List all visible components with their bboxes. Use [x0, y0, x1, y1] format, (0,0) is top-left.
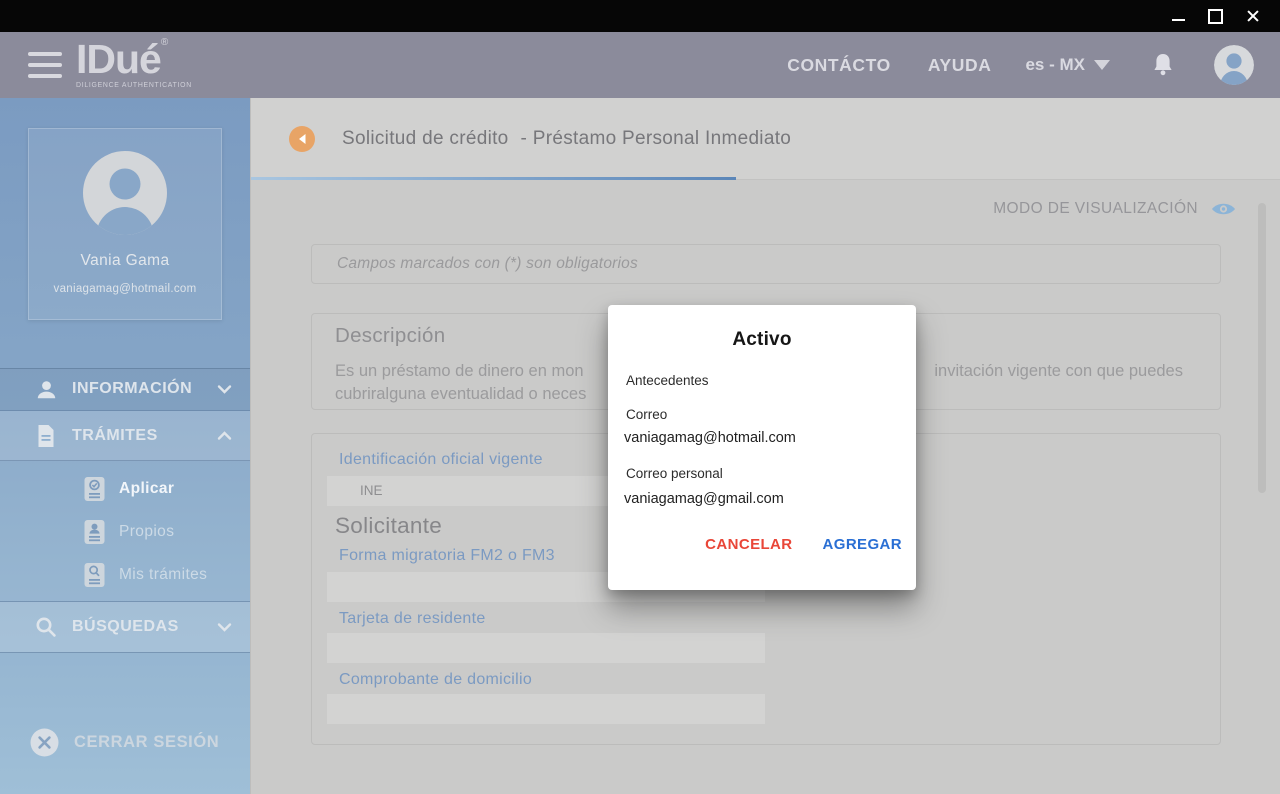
sidebar-item-tramites[interactable]: TRÁMITES — [0, 411, 250, 461]
view-mode: MODO DE VISUALIZACIÓN — [993, 200, 1236, 218]
field-input-tarjeta-residente[interactable] — [327, 633, 765, 663]
notice-text: Campos marcados con (*) son obligatorios — [337, 255, 638, 273]
sidebar-subitem-propios[interactable]: Propios — [84, 519, 174, 545]
nav-ayuda[interactable]: AYUDA — [928, 55, 992, 76]
maximize-icon[interactable] — [1208, 9, 1223, 24]
logout-label: CERRAR SESIÓN — [74, 733, 219, 752]
sidebar-subitem-label: Propios — [119, 523, 174, 541]
sidebar-item-label: BÚSQUEDAS — [72, 618, 179, 636]
logo-tagline: DILIGENCE AUTHENTICATION — [76, 83, 192, 90]
profile-avatar-icon — [83, 151, 167, 235]
dialog-field-value-correo-personal: vaniagamag@gmail.com — [624, 491, 784, 507]
document-icon — [34, 425, 58, 447]
field-input-comprobante-domicilio[interactable] — [327, 694, 765, 724]
field-label-comprobante-domicilio: Comprobante de domicilio — [339, 671, 532, 689]
field-label-tarjeta-residente: Tarjeta de residente — [339, 610, 486, 628]
brand-logo: IDué® DILIGENCE AUTHENTICATION — [76, 38, 192, 90]
badge-search-icon — [84, 562, 105, 588]
divider — [0, 652, 250, 653]
app-header: IDué® DILIGENCE AUTHENTICATION CONTÁCTO … — [0, 32, 1280, 98]
sidebar-item-informacion[interactable]: INFORMACIÓN — [0, 368, 250, 410]
dialog-field-label-correo: Correo — [626, 407, 667, 422]
logout-button[interactable]: CERRAR SESIÓN — [30, 728, 219, 757]
registered-mark: ® — [161, 37, 168, 48]
form-section-heading: Solicitante — [335, 513, 442, 539]
sidebar: Vania Gama vaniagamag@hotmail.com INFORM… — [0, 98, 250, 794]
chevron-down-icon — [217, 622, 232, 632]
chevron-up-icon — [217, 431, 232, 441]
sidebar-item-busquedas[interactable]: BÚSQUEDAS — [0, 602, 250, 652]
dialog-field-value-correo: vaniagamag@hotmail.com — [624, 430, 796, 446]
field-label-forma-migratoria: Forma migratoria FM2 o FM3 — [339, 547, 555, 565]
cancel-button[interactable]: CANCELAR — [703, 532, 794, 557]
dialog-subtitle: Antecedentes — [626, 373, 709, 388]
chevron-down-icon — [217, 384, 232, 394]
profile-card: Vania Gama vaniagamag@hotmail.com — [28, 128, 222, 320]
logo-text: IDué — [76, 36, 161, 82]
description-line1-left: Es un préstamo de dinero en mon — [335, 360, 584, 383]
account-avatar[interactable] — [1214, 45, 1254, 85]
sidebar-item-label: INFORMACIÓN — [72, 380, 192, 398]
description-line1-right: invitación vigente con que puedes — [934, 360, 1183, 383]
view-mode-label: MODO DE VISUALIZACIÓN — [993, 200, 1198, 218]
profile-name: Vania Gama — [80, 252, 169, 270]
close-circle-icon — [30, 728, 59, 757]
os-titlebar — [0, 0, 1280, 32]
scrollbar-thumb[interactable] — [1258, 203, 1266, 493]
title-underline — [251, 177, 736, 180]
activo-dialog: Activo Antecedentes Correo vaniagamag@ho… — [608, 305, 916, 590]
profile-email: vaniagamag@hotmail.com — [54, 283, 197, 295]
required-fields-notice: Campos marcados con (*) son obligatorios — [311, 244, 1221, 284]
sidebar-subitem-aplicar[interactable]: Aplicar — [84, 476, 174, 502]
app-window: IDué® DILIGENCE AUTHENTICATION CONTÁCTO … — [0, 0, 1280, 794]
page-title-main: Solicitud de crédito — [342, 128, 509, 149]
page-header: Solicitud de crédito - Préstamo Personal … — [251, 98, 1280, 180]
locale-selector[interactable]: es - MX — [1025, 55, 1110, 75]
back-button[interactable] — [289, 126, 315, 152]
back-arrow-icon — [296, 132, 308, 146]
sidebar-subitem-label: Aplicar — [119, 480, 174, 498]
header-actions: CONTÁCTO AYUDA es - MX — [787, 32, 1254, 98]
sidebar-subitem-label: Mis trámites — [119, 566, 207, 584]
minimize-icon[interactable] — [1172, 19, 1185, 21]
badge-check-icon — [84, 476, 105, 502]
view-mode-toggle[interactable] — [1211, 201, 1236, 217]
hamburger-menu-icon[interactable] — [28, 52, 62, 78]
search-icon — [34, 616, 58, 638]
sidebar-subitem-mis-tramites[interactable]: Mis trámites — [84, 562, 207, 588]
dialog-actions: CANCELAR AGREGAR — [703, 532, 904, 557]
chevron-down-icon — [1094, 60, 1110, 70]
close-icon[interactable] — [1246, 9, 1260, 23]
notifications-button[interactable] — [1152, 52, 1174, 78]
bell-icon — [1152, 52, 1174, 78]
user-icon — [34, 379, 58, 400]
avatar-icon — [1214, 45, 1254, 85]
nav-contacto[interactable]: CONTÁCTO — [787, 55, 891, 76]
field-label-identificacion: Identificación oficial vigente — [339, 451, 543, 469]
page-title: Solicitud de crédito - Préstamo Personal … — [342, 128, 791, 150]
agregar-button[interactable]: AGREGAR — [821, 532, 904, 557]
dialog-field-label-correo-personal: Correo personal — [626, 466, 723, 481]
sidebar-item-label: TRÁMITES — [72, 427, 158, 445]
locale-value: es - MX — [1025, 55, 1085, 75]
page-title-sub: - Préstamo Personal Inmediato — [521, 128, 792, 149]
eye-icon — [1211, 201, 1236, 217]
badge-user-icon — [84, 519, 105, 545]
dialog-title: Activo — [608, 329, 916, 351]
